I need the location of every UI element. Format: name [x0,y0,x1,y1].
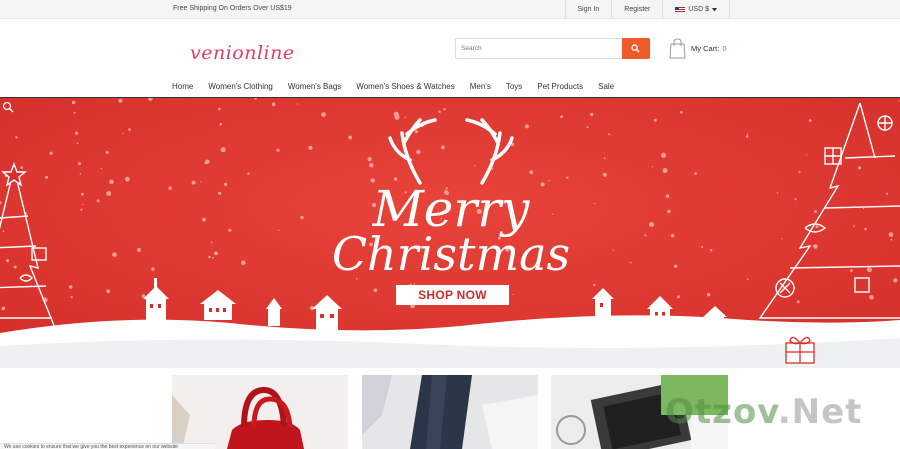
jeans-in-snow-image [362,375,538,449]
nav-item-mens[interactable]: Men's [470,82,491,91]
main-nav: Home Women's Clothing Women's Bags Women… [172,82,629,91]
shop-now-button[interactable]: SHOP NOW [396,285,509,305]
shopping-bag-icon [669,37,686,58]
sign-in-label: Sign In [577,6,600,13]
site-logo[interactable]: venionline [190,42,295,64]
search-box [455,38,650,59]
cart-label: My Cart: [691,43,720,53]
watermark-part-2: .Net [777,392,863,432]
christmas-banner[interactable]: Merry Christmas SHOP NOW [0,98,900,368]
us-flag-icon [675,6,686,13]
search-input[interactable] [456,39,623,58]
site-watermark: Otzov.Net [665,392,862,432]
nav-item-home[interactable]: Home [172,82,193,91]
register-link[interactable]: Register [611,0,662,19]
christmas-text: Christmas [332,227,570,281]
free-shipping-text: Free Shipping On Orders Over US$19 [173,5,292,12]
search-button[interactable] [622,38,650,59]
product-tile-jeans[interactable] [362,375,538,449]
zoom-icon[interactable] [2,101,14,113]
account-links: Sign In Register USD $ [564,0,730,19]
product-tile-bag[interactable] [172,375,348,449]
currency-selector[interactable]: USD $ [662,0,730,19]
cart-count: 0 [722,43,727,53]
watermark-part-1: Otzov [665,392,778,432]
nav-item-toys[interactable]: Toys [506,82,522,91]
banner-artwork: Merry Christmas [0,98,900,368]
nav-item-womens-clothing[interactable]: Women's Clothing [208,82,273,91]
red-handbag-image [172,386,304,449]
cart-button[interactable]: My Cart: 0 [669,37,727,59]
top-bar: Free Shipping On Orders Over US$19 Sign … [0,0,900,19]
nav-item-womens-bags[interactable]: Women's Bags [288,82,341,91]
nav-item-pet-products[interactable]: Pet Products [537,82,583,91]
currency-label: USD $ [688,6,709,13]
register-label: Register [624,6,651,13]
sign-in-link[interactable]: Sign In [564,0,612,19]
nav-item-womens-shoes-watches[interactable]: Women's Shoes & Watches [356,82,454,91]
caret-down-icon [712,7,717,11]
cookie-notice: We use cookies to ensure that we give yo… [0,443,215,449]
search-icon [631,44,640,53]
nav-item-sale[interactable]: Sale [598,82,614,91]
